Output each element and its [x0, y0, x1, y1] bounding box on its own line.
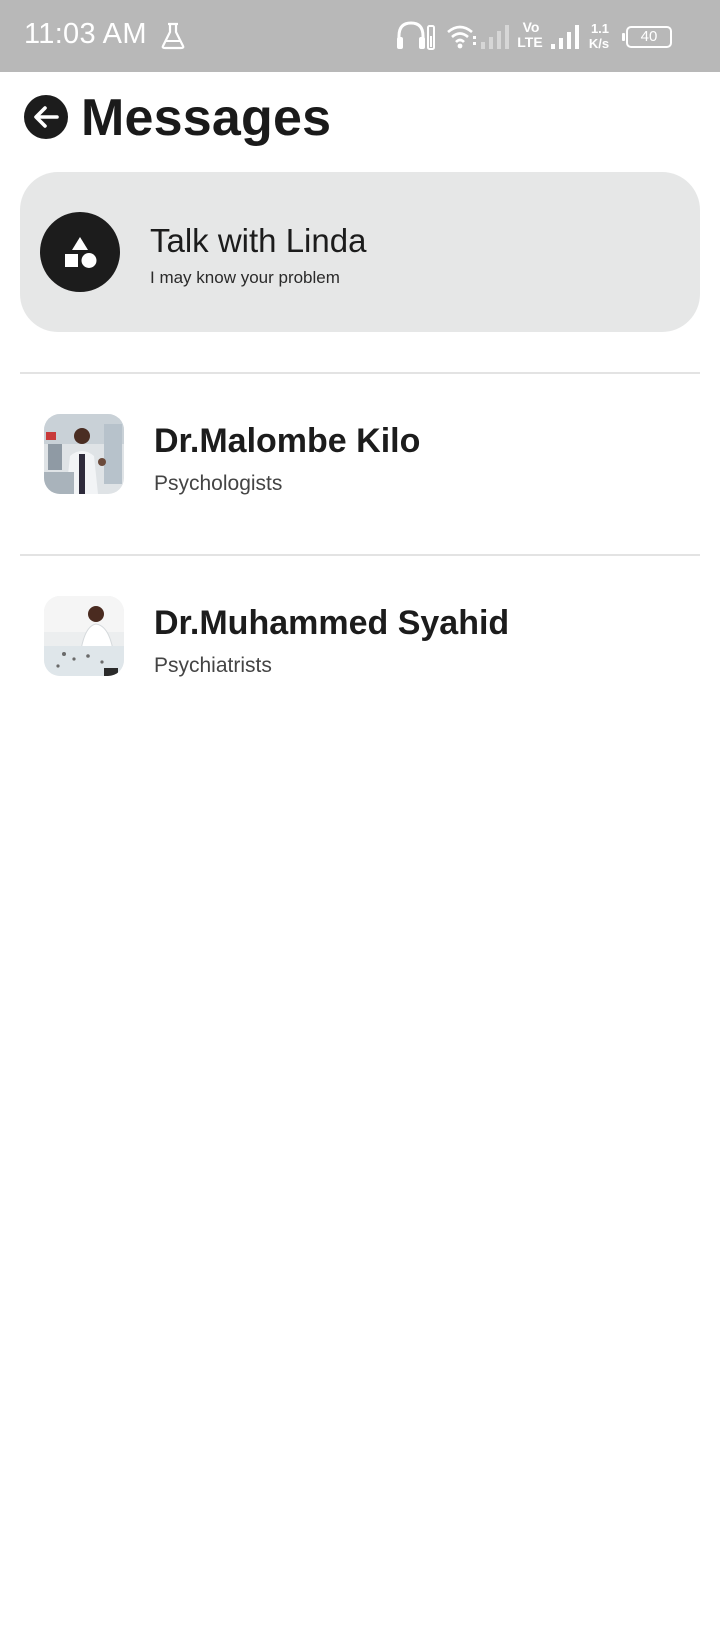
volte-bottom: LTE — [517, 34, 543, 50]
doctor-specialty: Psychologists — [154, 472, 283, 495]
battery-indicator: 40 — [622, 26, 672, 48]
flask-icon — [161, 22, 185, 50]
doctor-specialty: Psychiatrists — [154, 654, 272, 677]
doctor-avatar — [44, 414, 124, 494]
doctor-name: Dr.Muhammed Syahid — [154, 604, 510, 642]
linda-subtitle: I may know your problem — [150, 268, 340, 287]
header: Messages — [24, 89, 696, 147]
status-time: 11:03 AM — [24, 18, 147, 50]
doctor-name: Dr.Malombe Kilo — [154, 422, 421, 460]
signal-sim2-icon — [551, 25, 579, 49]
doctor-avatar — [44, 596, 124, 676]
divider — [20, 372, 700, 374]
headphones-icon — [397, 21, 435, 50]
net-speed-top: 1.1 — [590, 21, 610, 36]
arrow-left-icon — [34, 106, 59, 128]
back-button[interactable] — [24, 95, 68, 139]
signal-sim1-icon — [481, 25, 509, 49]
list-item-doctor[interactable]: Dr.Malombe Kilo Psychologists — [20, 386, 700, 506]
divider — [20, 554, 700, 556]
doctor-photo-icon — [44, 414, 124, 494]
net-speed-bottom: K/s — [588, 36, 610, 51]
linda-title: Talk with Linda — [150, 222, 367, 259]
status-bar: 11:03 AM Vo LTE 1.1 K/s 40 — [0, 0, 720, 72]
status-icons: Vo LTE 1.1 K/s 40 — [396, 18, 696, 54]
page-title: Messages — [81, 89, 332, 147]
wifi-icon — [447, 25, 476, 49]
list-item-doctor[interactable]: Dr.Muhammed Syahid Psychiatrists — [20, 568, 700, 688]
shapes-icon — [65, 237, 97, 268]
linda-avatar — [40, 212, 120, 292]
volte-top: Vo — [522, 19, 540, 35]
doctor-photo-icon — [44, 596, 124, 676]
talk-with-linda-card[interactable]: Talk with Linda I may know your problem — [20, 172, 700, 332]
